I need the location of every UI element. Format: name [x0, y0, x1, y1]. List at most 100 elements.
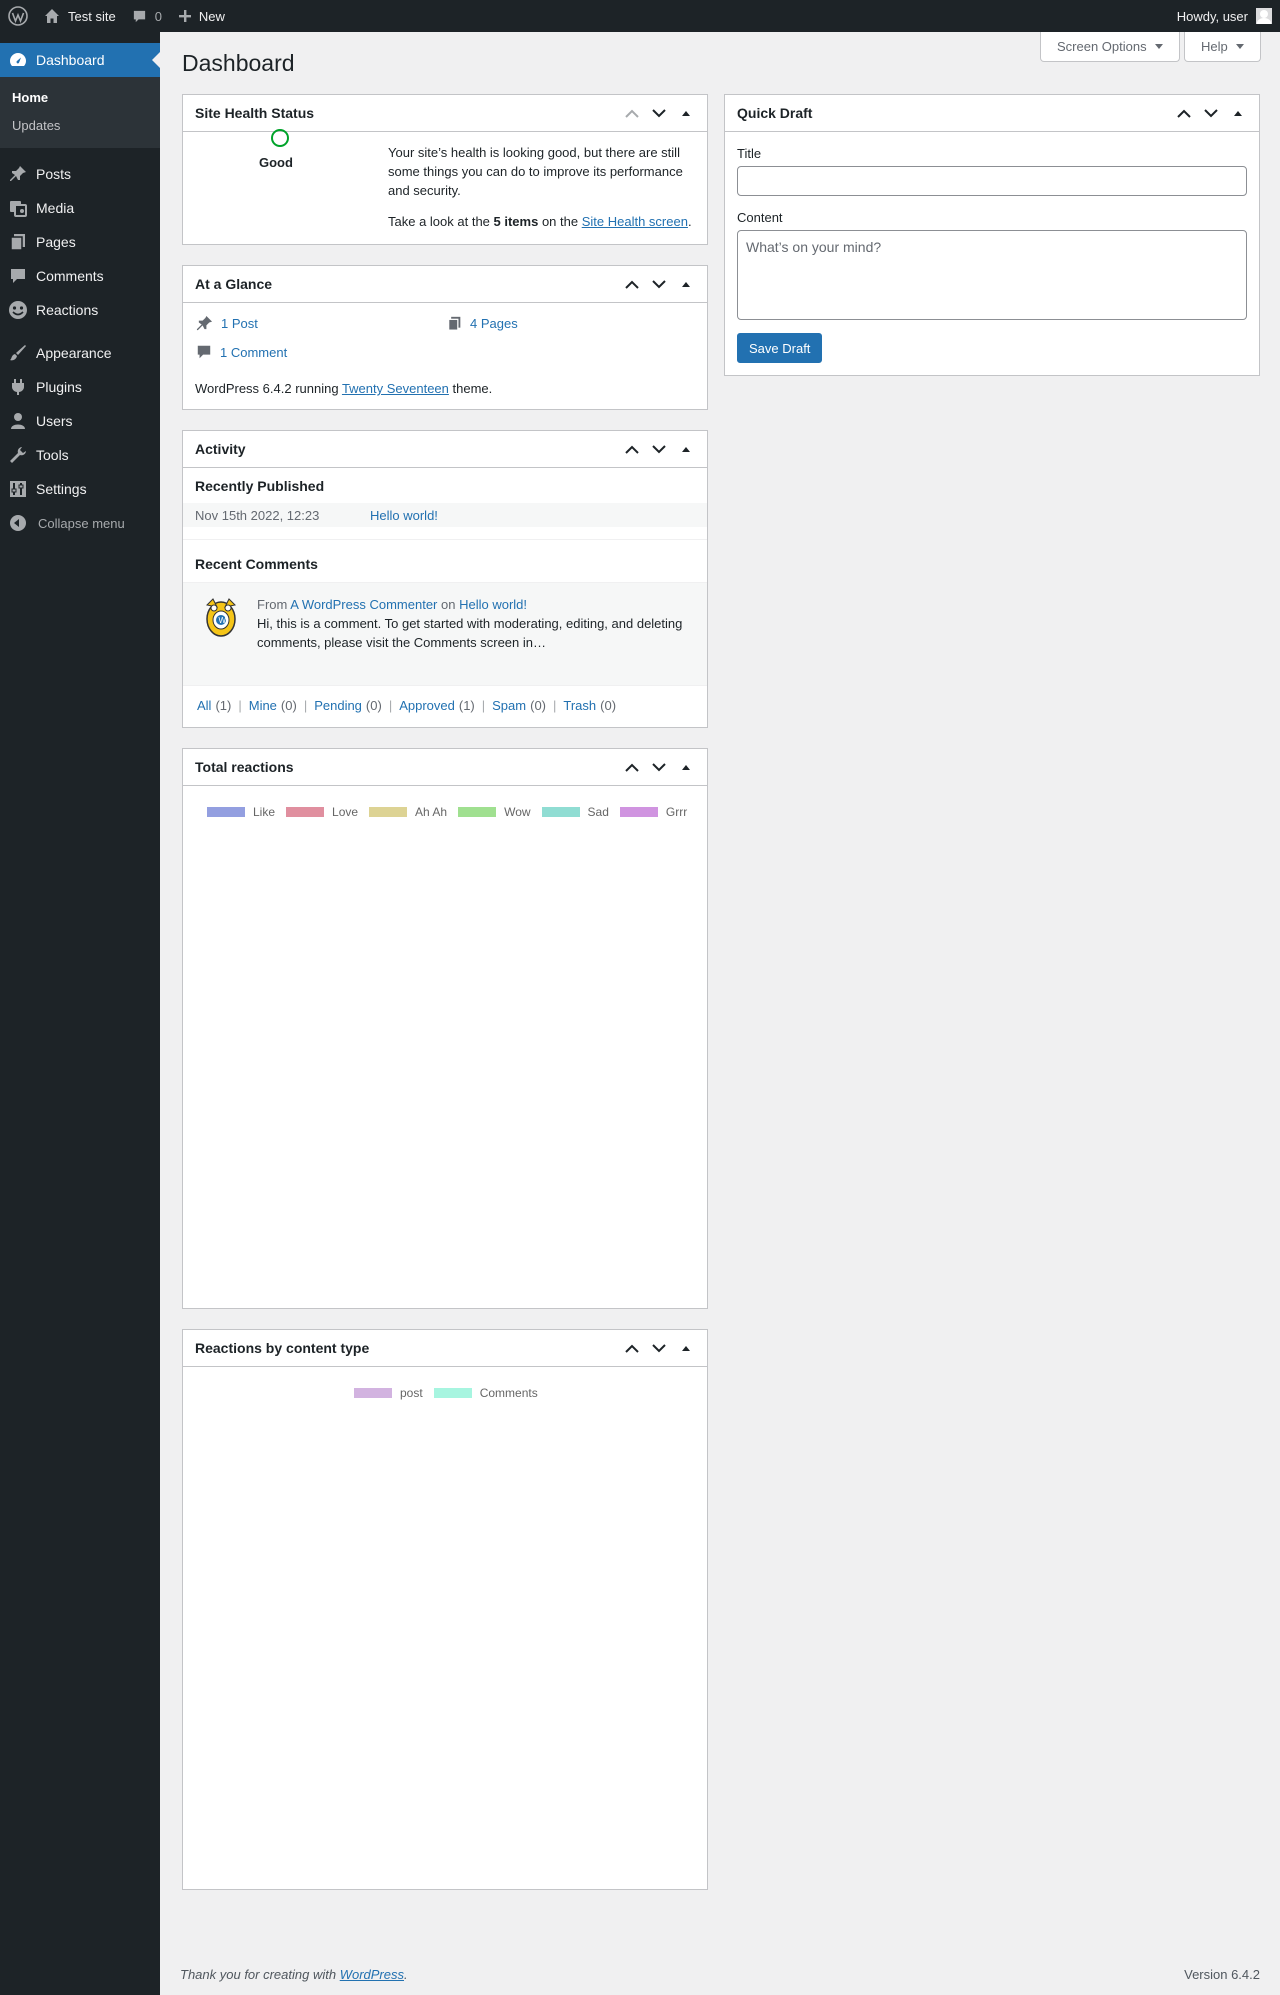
submenu-item-home[interactable]: Home	[0, 84, 160, 112]
new-content-link[interactable]: New	[170, 0, 233, 32]
legend-item[interactable]: Comments	[433, 1386, 538, 1400]
howdy-label: Howdy, user	[1176, 8, 1248, 24]
menu-item-posts[interactable]: Posts	[0, 157, 160, 191]
move-down-button[interactable]	[645, 266, 672, 302]
caret-down-icon	[1235, 44, 1244, 49]
legend-swatch	[619, 807, 658, 817]
menu-item-media-label: Media	[36, 200, 75, 216]
glance-comments-link[interactable]: 1 Comment	[220, 345, 287, 360]
theme-link[interactable]: Twenty Seventeen	[342, 381, 449, 396]
move-up-button[interactable]	[618, 95, 645, 131]
commenter-avatar: W	[199, 595, 243, 639]
move-up-button[interactable]	[618, 749, 645, 785]
legend-item[interactable]: Grrr	[619, 805, 688, 819]
glance-footer: WordPress 6.4.2 running Twenty Seventeen…	[195, 381, 492, 396]
health-description: Your site’s health is looking good, but …	[388, 143, 698, 243]
collapse-menu-button[interactable]: Collapse menu	[0, 506, 160, 540]
title-label: Title	[737, 146, 762, 161]
help-button[interactable]: Help	[1184, 32, 1261, 62]
menu-item-plugins[interactable]: Plugins	[0, 370, 160, 404]
comment-filter-links: All (1) | Mine (0) | Pending (0) | Approved (1)…	[197, 698, 617, 713]
screen-options-button[interactable]: Screen Options	[1040, 32, 1180, 62]
wordpress-link[interactable]: WordPress	[340, 1967, 404, 1982]
filter-spam-link[interactable]: Spam (0)	[492, 698, 546, 713]
menu-item-reactions[interactable]: Reactions	[0, 293, 160, 327]
save-draft-button[interactable]: Save Draft	[737, 333, 823, 363]
wordpress-logo-icon[interactable]	[0, 0, 36, 32]
legend-item[interactable]: Ah Ah	[369, 805, 447, 819]
toggle-panel-button[interactable]	[672, 266, 699, 302]
toggle-panel-button[interactable]	[672, 749, 699, 785]
move-up-button[interactable]	[618, 266, 645, 302]
toggle-panel-button[interactable]	[1224, 95, 1251, 131]
filter-mine-link[interactable]: Mine (0)	[249, 698, 297, 713]
published-post-link[interactable]: Hello world!	[370, 508, 438, 523]
legend-item[interactable]: Like	[207, 805, 275, 819]
legend-label: Grrr	[665, 805, 688, 819]
legend-item[interactable]: Wow	[458, 805, 531, 819]
widget-title: Reactions by content type	[195, 1340, 370, 1356]
move-up-button[interactable]	[618, 1330, 645, 1366]
legend-label: post	[400, 1386, 423, 1400]
comments-link[interactable]: 0	[124, 0, 170, 32]
comment-post-link[interactable]: Hello world!	[459, 597, 527, 612]
menu-item-pages[interactable]: Pages	[0, 225, 160, 259]
legend-label: Like	[253, 805, 276, 819]
menu-item-settings[interactable]: Settings	[0, 472, 160, 506]
menu-item-dashboard[interactable]: Dashboard	[0, 43, 160, 77]
commenter-link[interactable]: A WordPress Commenter	[290, 597, 437, 612]
content-textarea[interactable]: What’s on your mind?	[737, 230, 1247, 320]
at-a-glance-widget: At a Glance 1 Post 4 Pages 1 Comment Wor…	[182, 265, 708, 410]
pages-icon	[8, 232, 28, 252]
site-health-widget: Site Health Status Good Your site’s heal…	[182, 94, 708, 245]
filter-pending-link[interactable]: Pending (0)	[314, 698, 382, 713]
legend-swatch	[286, 807, 325, 817]
filter-approved-link[interactable]: Approved (1)	[399, 698, 475, 713]
menu-item-users[interactable]: Users	[0, 404, 160, 438]
move-down-button[interactable]	[645, 1330, 672, 1366]
glance-pages-link[interactable]: 4 Pages	[470, 316, 518, 331]
menu-item-tools-label: Tools	[36, 447, 69, 463]
legend-item[interactable]: Sad	[541, 805, 609, 819]
menu-item-appearance[interactable]: Appearance	[0, 336, 160, 370]
move-down-button[interactable]	[645, 95, 672, 131]
move-up-button[interactable]	[618, 431, 645, 467]
health-status-label: Good	[259, 155, 293, 170]
chart-canvas	[183, 829, 707, 1308]
glance-posts: 1 Post	[196, 315, 258, 332]
move-up-button[interactable]	[1170, 95, 1197, 131]
health-status-ring-icon	[271, 129, 289, 147]
legend-label: Sad	[587, 805, 609, 819]
collapse-triangle-icon	[681, 446, 690, 452]
legend-item[interactable]: post	[354, 1386, 423, 1400]
move-down-button[interactable]	[1197, 95, 1224, 131]
widget-title: Site Health Status	[195, 105, 315, 121]
glance-posts-link[interactable]: 1 Post	[221, 316, 258, 331]
menu-item-tools[interactable]: Tools	[0, 438, 160, 472]
legend-swatch	[369, 807, 408, 817]
legend-item[interactable]: Love	[286, 805, 358, 819]
toggle-panel-button[interactable]	[672, 431, 699, 467]
menu-item-media[interactable]: Media	[0, 191, 160, 225]
site-health-screen-link[interactable]: Site Health screen	[582, 214, 688, 229]
total-reactions-widget: Total reactions Like Love Ah Ah Wow Sad Grrr	[182, 748, 708, 1309]
collapse-triangle-icon	[681, 1345, 690, 1351]
svg-text:W: W	[219, 616, 227, 625]
move-down-button[interactable]	[645, 431, 672, 467]
site-name-link[interactable]: Test site	[36, 0, 124, 32]
filter-all-link[interactable]: All (1)	[197, 698, 231, 713]
glance-footer-suffix: theme.	[448, 381, 493, 396]
pushpin-icon	[8, 164, 28, 184]
filter-trash-link[interactable]: Trash (0)	[563, 698, 616, 713]
toggle-panel-button[interactable]	[672, 1330, 699, 1366]
submenu-item-updates[interactable]: Updates	[0, 112, 160, 140]
collapse-triangle-icon	[681, 764, 690, 770]
title-input[interactable]	[737, 166, 1247, 196]
menu-item-comments[interactable]: Comments	[0, 259, 160, 293]
my-account-link[interactable]: Howdy, user	[1177, 0, 1272, 32]
move-down-button[interactable]	[645, 749, 672, 785]
pages-icon	[448, 316, 461, 331]
footer-thanks: Thank you for creating with WordPress.	[180, 1967, 408, 1982]
paintbrush-icon	[8, 343, 28, 363]
toggle-panel-button[interactable]	[672, 95, 699, 131]
